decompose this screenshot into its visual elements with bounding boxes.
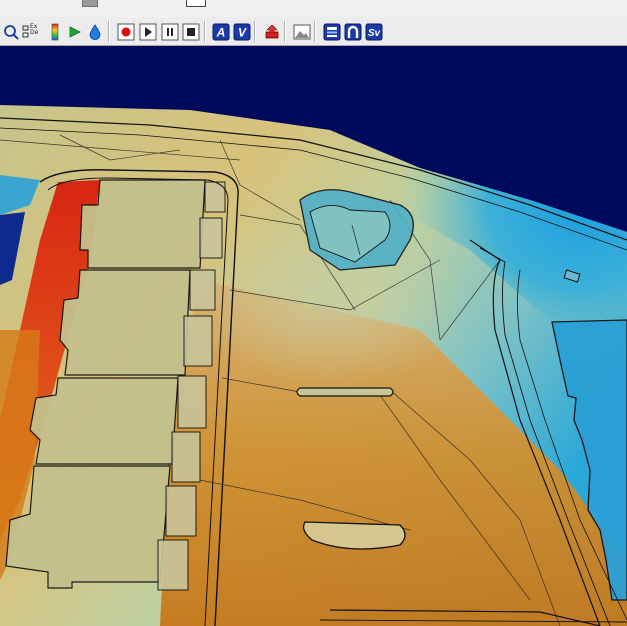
record-button[interactable] — [115, 21, 135, 41]
record-icon — [117, 23, 135, 41]
layer-stack-icon — [323, 23, 341, 41]
building-1 — [79, 179, 206, 269]
toolbar-separator — [284, 21, 286, 42]
zoom-magnifier-icon — [4, 25, 19, 40]
3d-viewport[interactable] — [0, 46, 627, 626]
terrain-render — [0, 105, 627, 626]
magnet-u-icon — [344, 23, 362, 41]
run-button[interactable] — [64, 21, 84, 41]
cell — [171, 431, 201, 483]
toolbar-separator — [108, 21, 110, 42]
step-play-icon — [139, 23, 157, 41]
label-v-button[interactable]: V — [231, 21, 251, 41]
menu-icon-gray[interactable] — [82, 0, 98, 7]
pause-button[interactable] — [159, 21, 179, 41]
image-icon — [293, 24, 311, 40]
expand-deform-button[interactable]: Ex De — [20, 21, 42, 41]
sv-button[interactable]: Sv — [363, 21, 383, 41]
label-a-icon: A — [212, 23, 230, 41]
cell — [199, 217, 223, 259]
label-a-button[interactable]: A — [210, 21, 230, 41]
cell — [165, 485, 197, 537]
expand-deform-icon — [22, 25, 29, 38]
median-upper — [296, 387, 394, 397]
menu-strip — [0, 0, 627, 18]
cell — [189, 269, 216, 311]
svg-text:A: A — [216, 26, 226, 40]
pause-icon — [161, 23, 179, 41]
step-button[interactable] — [137, 21, 157, 41]
label-v-icon: V — [233, 23, 251, 41]
magnet-button[interactable] — [342, 21, 362, 41]
svg-text:V: V — [238, 26, 247, 40]
building-2 — [59, 269, 191, 376]
exde-label: Ex De — [30, 23, 39, 36]
toolbar-separator — [204, 21, 206, 42]
sv-icon: Sv — [365, 23, 383, 41]
stop-icon — [182, 23, 200, 41]
toolbar-separator — [314, 21, 316, 42]
export-red-icon — [265, 24, 279, 39]
layers-button[interactable] — [321, 21, 341, 41]
toolbar: Ex De A V Sv — [0, 17, 627, 46]
water-button[interactable] — [84, 21, 104, 41]
zoom-button[interactable] — [0, 21, 20, 41]
toolbar-separator — [254, 21, 256, 42]
image-button[interactable] — [291, 21, 311, 41]
cell — [183, 315, 213, 367]
cell — [177, 375, 207, 429]
cell — [157, 539, 189, 591]
play-green-icon — [69, 26, 81, 38]
drop-water-icon — [89, 24, 101, 40]
stop-button[interactable] — [180, 21, 200, 41]
menu-icon-grid[interactable] — [186, 0, 206, 7]
color-legend-icon — [51, 23, 59, 41]
export-button[interactable] — [261, 21, 281, 41]
color-legend-button[interactable] — [44, 21, 64, 41]
svg-text:Sv: Sv — [368, 28, 382, 39]
